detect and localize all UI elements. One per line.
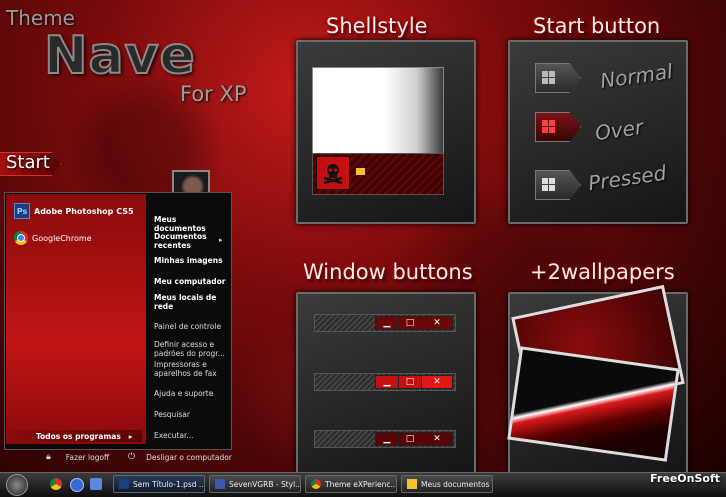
taskbar-item-meus-documentos[interactable]: Meus documentos (401, 475, 493, 493)
menu-item-meus-documentos[interactable]: Meus documentos (154, 215, 228, 233)
chevron-right-icon: ▸ (128, 431, 133, 441)
shutdown-button[interactable]: ⏻ Desligar o computador (128, 452, 232, 462)
taskbar-item-label: Meus documentos (421, 479, 490, 489)
shellstyle-title: Shellstyle (326, 14, 428, 38)
maximize-button: □ (398, 316, 422, 330)
start-label: Start (6, 152, 50, 173)
theme-name: Nave (43, 25, 196, 87)
folder-icon (356, 168, 365, 175)
desktop-icon[interactable] (90, 478, 102, 490)
pinned-item-label: GoogleChrome (32, 233, 92, 243)
lock-icon: 🔒︎ (46, 452, 51, 462)
start-button-title: Start button (533, 14, 661, 38)
maximize-button: □ (398, 432, 422, 446)
window-button-bar-hover: ▁ □ ✕ (314, 373, 456, 391)
logoff-button[interactable]: 🔒︎ Fazer logoff (46, 452, 109, 462)
for-xp-label: For XP (180, 82, 247, 106)
chrome-icon (14, 231, 28, 245)
browser-icon[interactable] (70, 478, 84, 492)
menu-item-pesquisar[interactable]: Pesquisar (154, 410, 228, 419)
window-button-bar-pressed: ▁ □ ✕ (314, 430, 456, 448)
windows-icon (542, 71, 555, 84)
skull-icon (316, 156, 350, 190)
menu-item-meus-locais-de-rede[interactable]: Meus locais de rede (154, 293, 228, 311)
menu-item-impressoras[interactable]: Impressoras e aparelhos de fax (154, 360, 228, 378)
window-icon (215, 479, 225, 489)
chrome-icon[interactable] (50, 478, 62, 490)
pinned-item-label: Adobe Photoshop CS5 (34, 206, 134, 216)
maximize-button: □ (398, 375, 422, 389)
taskbar-item-label: Sem Título-1.psd ... (133, 479, 205, 489)
pinned-item-chrome[interactable]: GoogleChrome (14, 231, 92, 245)
logoff-label: Fazer logoff (65, 452, 110, 462)
pinned-item-photoshop[interactable]: Ps Adobe Photoshop CS5 (14, 203, 134, 219)
menu-item-documentos-recentes[interactable]: Documentos recentes (154, 232, 214, 250)
close-button: ✕ (421, 316, 453, 330)
menu-item-definir-acesso[interactable]: Definir acesso e padrões do progr... (154, 340, 228, 358)
watermark: FreeOnSoft (650, 472, 720, 485)
all-programs-label: Todos os programas (36, 431, 121, 441)
minimize-button: ▁ (375, 375, 399, 389)
all-programs-button[interactable]: Todos os programas ▸ (8, 430, 142, 442)
menu-item-meu-computador[interactable]: Meu computador (154, 277, 228, 286)
menu-item-minhas-imagens[interactable]: Minhas imagens (154, 256, 228, 265)
minimize-button: ▁ (375, 316, 399, 330)
minimize-button: ▁ (375, 432, 399, 446)
window-buttons-title: Window buttons (303, 260, 473, 284)
wallpapers-title: +2wallpapers (530, 260, 675, 284)
power-icon: ⏻ (128, 452, 136, 462)
folder-icon (407, 479, 417, 489)
menu-item-painel-de-controle[interactable]: Painel de controle (154, 322, 228, 331)
taskbar-item-sevenvgrb[interactable]: SevenVGRB - Styl... (209, 475, 301, 493)
windows-icon (542, 178, 555, 191)
chrome-icon (311, 479, 321, 489)
chevron-right-icon: ▸ (219, 236, 223, 244)
shellstyle-preview (312, 67, 444, 155)
start-orb-button[interactable] (6, 474, 28, 496)
shutdown-label: Desligar o computador (146, 452, 232, 462)
menu-item-ajuda-e-suporte[interactable]: Ajuda e suporte (154, 389, 228, 398)
taskbar-item-theme-experience[interactable]: Theme eXPerienc... (305, 475, 397, 493)
windows-icon (542, 120, 555, 133)
close-button: ✕ (421, 432, 453, 446)
photoshop-icon (119, 479, 129, 489)
taskbar-item-label: SevenVGRB - Styl... (229, 479, 301, 489)
photoshop-icon: Ps (14, 203, 30, 219)
window-button-bar-normal: ▁ □ ✕ (314, 314, 456, 332)
menu-item-executar[interactable]: Executar... (154, 431, 228, 440)
close-button: ✕ (421, 375, 453, 389)
taskbar-item-label: Theme eXPerienc... (325, 479, 397, 489)
taskbar-item-photoshop[interactable]: Sem Título-1.psd ... (113, 475, 205, 493)
